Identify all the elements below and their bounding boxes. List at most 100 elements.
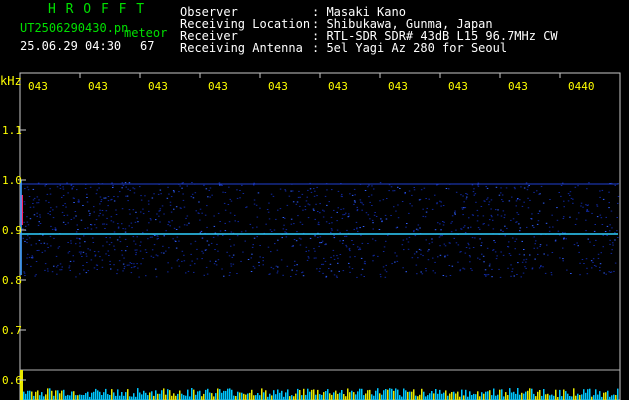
noise-speckle [517,213,520,215]
noise-speckle [99,212,101,214]
noise-speckle [149,236,152,238]
noise-speckle [536,247,539,249]
noise-speckle [530,218,533,220]
strip-bar [377,388,379,400]
strip-bar [217,388,219,400]
strip-bar [565,391,567,400]
noise-speckle [427,259,430,261]
strip-bar [137,388,139,400]
noise-speckle [455,242,458,244]
noise-speckle [36,196,39,198]
noise-speckle [502,230,504,232]
noise-speckle [445,275,448,277]
noise-speckle [296,270,298,272]
noise-speckle [26,186,29,188]
noise-speckle [373,214,376,216]
strip-bar [479,396,481,400]
noise-speckle [332,249,335,251]
noise-speckle [28,256,31,258]
noise-speckle [597,257,600,259]
noise-speckle [439,200,441,202]
noise-speckle [592,258,595,260]
noise-speckle [360,257,363,259]
noise-speckle [614,184,616,186]
strip-bar [357,391,359,400]
noise-speckle [314,218,316,220]
noise-speckle [291,269,293,271]
noise-speckle [173,208,175,210]
noise-speckle [578,251,580,253]
noise-speckle [326,204,328,206]
noise-speckle [411,205,413,207]
noise-speckle [420,271,422,273]
noise-speckle [108,244,111,246]
noise-speckle [294,260,296,262]
strip-bar [451,392,453,400]
noise-speckle [36,215,38,217]
strip-bar [435,389,437,400]
noise-speckle [58,246,61,248]
strip-bar [117,389,119,400]
noise-speckle [602,234,604,236]
noise-speckle [383,246,386,248]
noise-speckle [299,221,302,223]
noise-speckle [140,211,142,213]
noise-speckle [323,210,325,212]
noise-speckle [521,261,524,263]
noise-speckle [137,221,139,223]
noise-speckle [96,189,98,191]
noise-speckle [44,263,47,265]
noise-speckle [338,270,340,272]
noise-speckle [307,256,310,258]
noise-speckle [388,190,390,192]
noise-speckle [112,185,114,187]
noise-speckle [360,274,363,276]
noise-speckle [428,198,430,200]
noise-speckle [147,200,150,202]
noise-speckle [202,252,204,254]
noise-speckle [602,198,605,200]
strip-bar [613,394,615,400]
noise-speckle [479,238,481,240]
noise-speckle [495,209,497,211]
noise-speckle [101,259,104,261]
noise-speckle [431,208,434,210]
noise-speckle [245,206,247,208]
noise-speckle [599,270,601,272]
noise-speckle [302,275,305,277]
strip-bar [297,388,299,400]
noise-speckle [52,217,55,219]
noise-speckle [333,274,336,276]
axis-unit-label: kHz [0,74,22,88]
noise-speckle [459,269,462,271]
strip-bar [317,389,319,400]
noise-speckle [308,204,311,206]
noise-speckle [236,189,238,191]
noise-speckle [488,201,491,203]
noise-speckle [90,224,93,226]
noise-speckle [211,194,213,196]
noise-speckle [76,237,78,239]
noise-speckle [89,213,91,215]
noise-speckle [434,229,437,231]
x-tick-label: 043 [148,80,168,93]
noise-speckle [88,210,90,212]
noise-speckle [496,255,498,257]
noise-speckle [78,251,81,253]
noise-speckle [222,191,224,193]
noise-speckle [148,203,150,205]
noise-speckle [93,267,96,269]
noise-speckle [230,231,233,233]
strip-bar [93,391,95,400]
noise-speckle [122,228,124,230]
noise-speckle [75,243,77,245]
noise-speckle [585,230,587,232]
noise-speckle [37,182,40,184]
noise-speckle [241,184,243,186]
info-label-antenna: Receiving Antenna [180,41,303,55]
noise-speckle [262,260,264,262]
strip-bar [449,393,451,400]
strip-bar [133,393,135,400]
noise-speckle [176,236,179,238]
noise-speckle [76,224,78,226]
